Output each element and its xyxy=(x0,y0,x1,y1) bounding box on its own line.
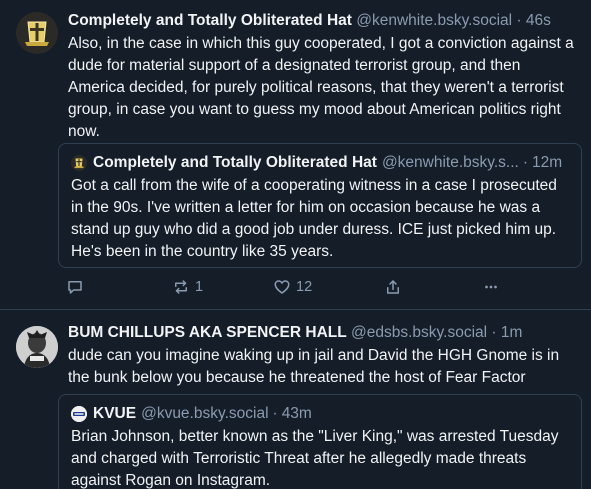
author-name[interactable]: BUM CHILLUPS AKA SPENCER HALL xyxy=(68,324,347,341)
quote-author-handle: @kenwhite.bsky.s... xyxy=(381,154,519,171)
more-icon xyxy=(485,285,497,289)
like-icon xyxy=(274,280,290,294)
reply-icon xyxy=(68,281,82,294)
quoted-post[interactable]: Completely and Totally Obliterated Hat @… xyxy=(58,143,582,268)
quote-author-name: KVUE xyxy=(93,405,137,422)
quote-header: KVUE @kvue.bsky.social · 43m xyxy=(71,403,569,425)
post-header: Completely and Totally Obliterated Hat @… xyxy=(68,10,579,32)
quote-time: 43m xyxy=(281,405,312,422)
hat-avatar-icon xyxy=(71,155,87,171)
separator-dot: · xyxy=(491,324,497,341)
repost-button[interactable]: 1 xyxy=(172,276,203,298)
quote-text: Got a call from the wife of a cooperatin… xyxy=(71,177,557,260)
author-avatar[interactable] xyxy=(16,326,58,368)
quote-separator: · xyxy=(272,405,278,422)
post-header: BUM CHILLUPS AKA SPENCER HALL @edsbs.bsk… xyxy=(68,322,579,344)
author-handle[interactable]: @edsbs.bsky.social xyxy=(351,324,487,341)
quote-author-avatar xyxy=(71,406,87,422)
author-name[interactable]: Completely and Totally Obliterated Hat xyxy=(68,12,352,29)
share-button[interactable] xyxy=(384,276,402,298)
post-time[interactable]: 46s xyxy=(526,12,551,29)
post[interactable]: BUM CHILLUPS AKA SPENCER HALL @edsbs.bsk… xyxy=(0,310,591,489)
post-actions: 1 12 xyxy=(58,276,579,298)
repost-icon xyxy=(175,280,187,294)
share-icon xyxy=(387,280,399,294)
quote-author-avatar xyxy=(71,155,87,171)
quote-header: Completely and Totally Obliterated Hat @… xyxy=(71,152,569,174)
post-text: dude can you imagine waking up in jail a… xyxy=(68,347,560,386)
quote-text: Brian Johnson, better known as the "Live… xyxy=(71,428,559,489)
post-time[interactable]: 1m xyxy=(501,324,523,341)
author-avatar[interactable] xyxy=(16,12,58,54)
reply-button[interactable] xyxy=(66,276,84,298)
quote-time: 12m xyxy=(532,154,563,171)
author-handle[interactable]: @kenwhite.bsky.social xyxy=(356,12,512,29)
quote-author-name: Completely and Totally Obliterated Hat xyxy=(93,154,377,171)
quote-separator: · xyxy=(522,154,529,171)
quoted-post[interactable]: KVUE @kvue.bsky.social · 43m Brian Johns… xyxy=(58,394,582,489)
photo-avatar-icon xyxy=(16,326,58,368)
like-button[interactable]: 12 xyxy=(273,276,312,298)
post[interactable]: Completely and Totally Obliterated Hat @… xyxy=(0,0,591,310)
kvue-logo-icon xyxy=(71,406,87,422)
more-options-button[interactable] xyxy=(482,276,500,298)
like-count: 12 xyxy=(296,279,313,295)
quote-author-handle: @kvue.bsky.social xyxy=(141,405,269,422)
hat-avatar-icon xyxy=(16,12,58,54)
repost-count: 1 xyxy=(195,279,204,295)
post-text: Also, in the case in which this guy coop… xyxy=(68,35,574,140)
separator-dot: · xyxy=(516,12,522,29)
